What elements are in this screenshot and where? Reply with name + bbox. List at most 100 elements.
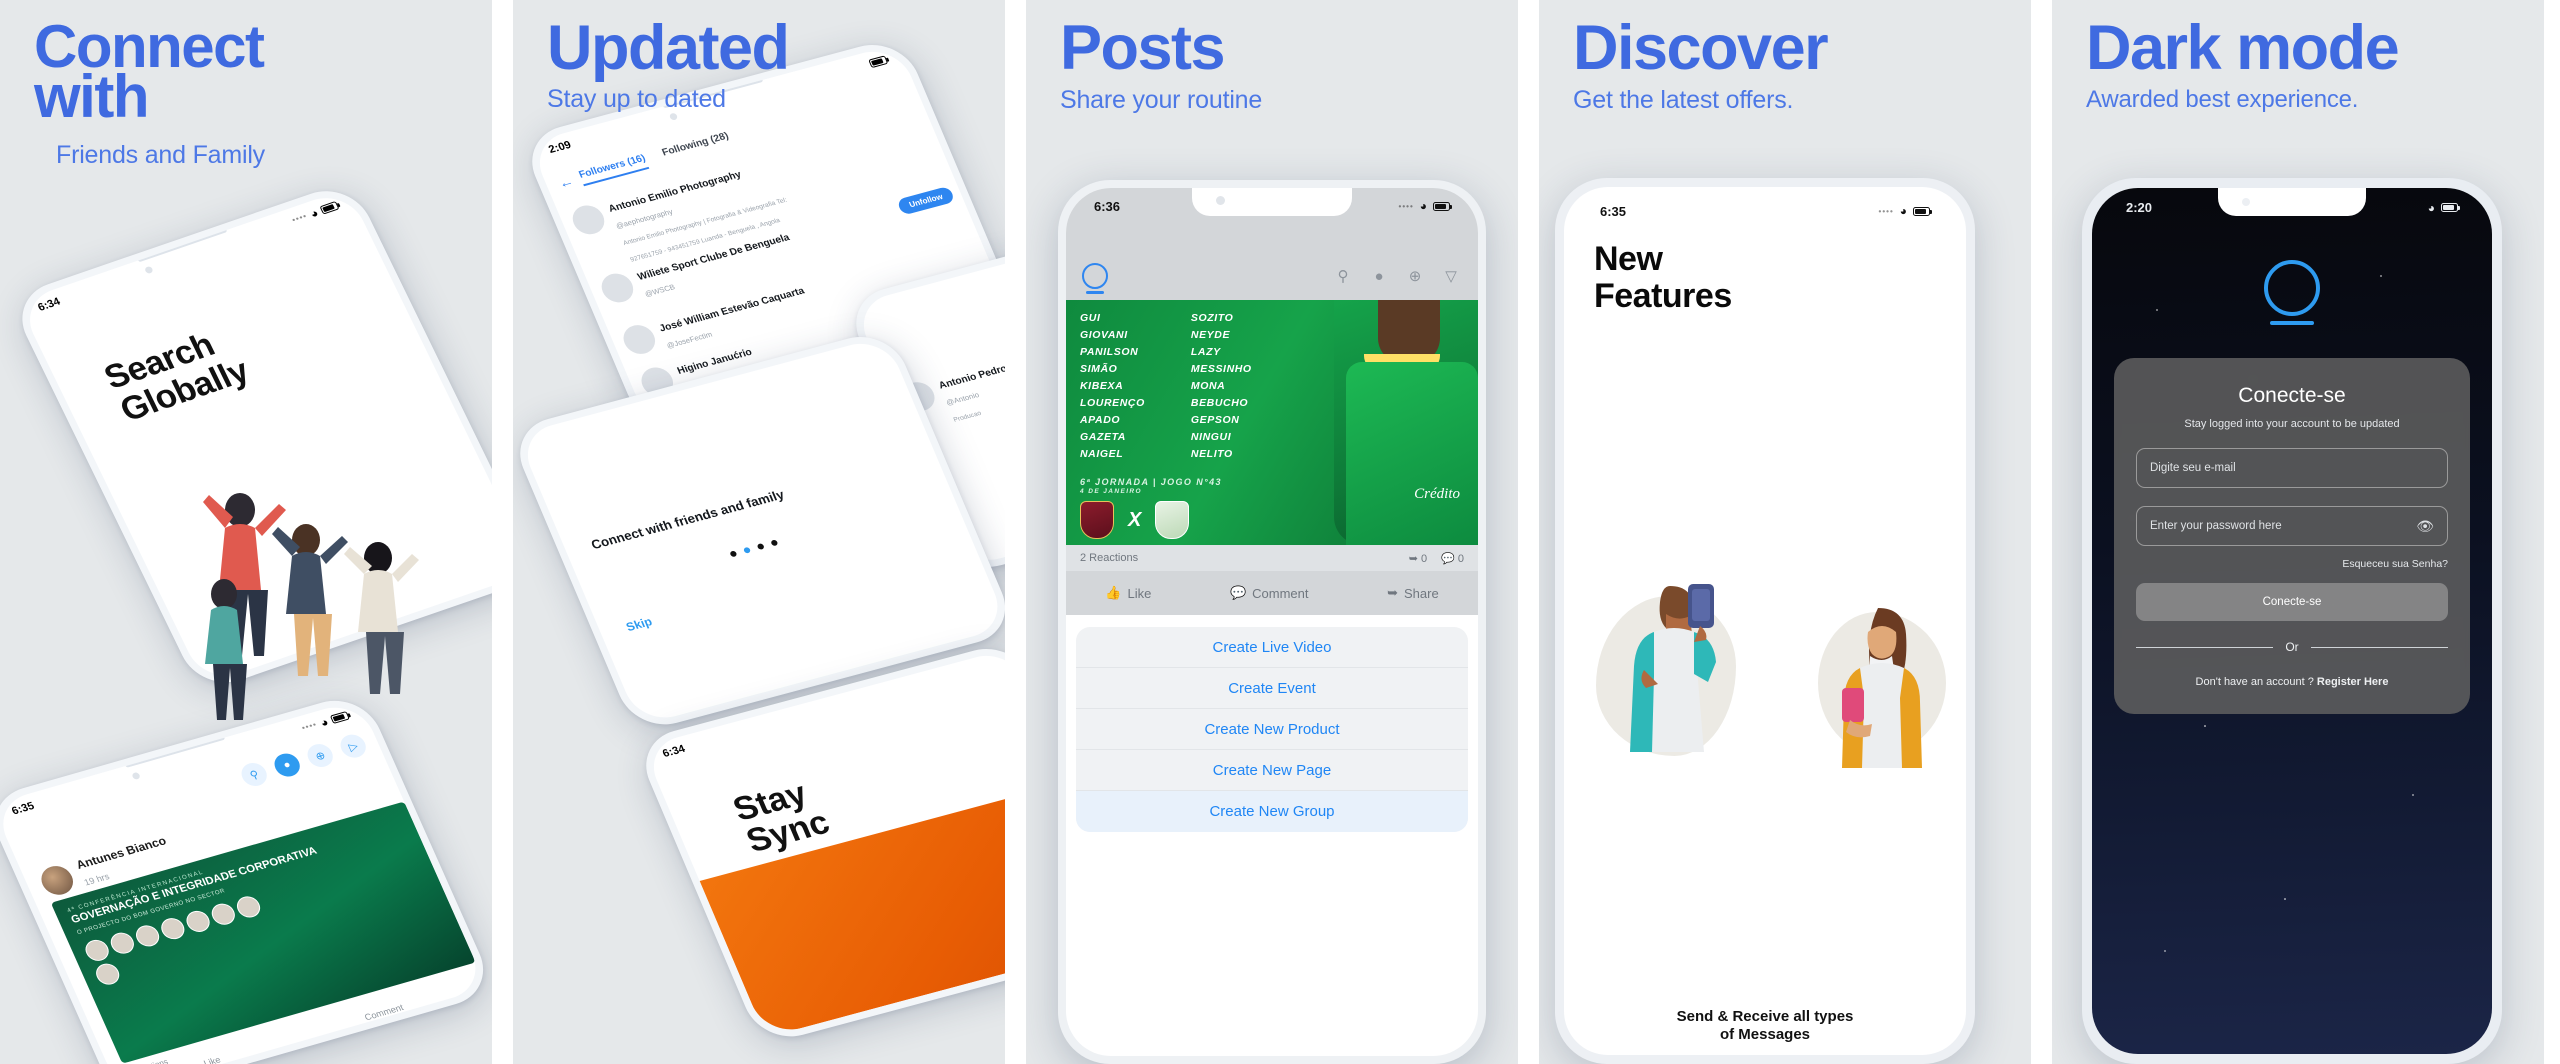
pagination-dots bbox=[729, 539, 779, 558]
register-link[interactable]: Register Here bbox=[2317, 676, 2389, 688]
player-name: NAIGEL bbox=[1080, 448, 1124, 460]
divider-line bbox=[2310, 646, 2448, 648]
player-name: KIBEXA bbox=[1080, 380, 1124, 392]
post-image: 4ª CONFERÊNCIA INTERNACIONAL GOVERNAÇÃO … bbox=[50, 801, 476, 1064]
like-label: Like bbox=[1127, 585, 1152, 601]
dot[interactable] bbox=[756, 543, 765, 551]
or-divider: Or bbox=[2136, 640, 2448, 654]
phone-headline: Stay Sync bbox=[727, 774, 836, 860]
share-count: 0 bbox=[1420, 552, 1428, 565]
skip-button[interactable]: Skip bbox=[624, 615, 654, 635]
panel-2-title: Updated bbox=[547, 13, 790, 83]
comment-button[interactable]: 💬 Comment bbox=[1230, 585, 1309, 601]
follower-handle: @JoseFectim bbox=[665, 329, 714, 351]
panel-3-title: Posts bbox=[1060, 13, 1226, 83]
headline-line2: Features bbox=[1594, 276, 1732, 315]
sheet-item-create-new-group[interactable]: Create New Group bbox=[1076, 791, 1468, 832]
crest-away-icon bbox=[1155, 501, 1190, 539]
wifi-icon: ◕ bbox=[1419, 199, 1427, 213]
eye-off-icon[interactable]: 👁 bbox=[2416, 518, 2434, 535]
player-name: NINGUI bbox=[1190, 431, 1232, 443]
match-jornada: 6ª JORNADA | JOGO N°43 4 DE JANEIRO bbox=[1080, 476, 1222, 495]
login-submit-button[interactable]: Conecte-se bbox=[2136, 583, 2448, 621]
status-bar: 6:34 •••• ◕ bbox=[18, 189, 359, 325]
chat-icon[interactable]: ● bbox=[270, 750, 304, 780]
panel-2-subtitle: Stay up to dated bbox=[547, 84, 726, 113]
panel-3-header: Posts Share your routine bbox=[1026, 0, 1518, 115]
crest-home-icon bbox=[1080, 501, 1114, 539]
sheet-item-create-live-video[interactable]: Create Live Video bbox=[1076, 627, 1468, 668]
tab-followers[interactable]: Followers (16) bbox=[577, 152, 650, 187]
register-prefix: Don't have an account ? bbox=[2195, 676, 2317, 688]
app-logo[interactable] bbox=[1082, 263, 1108, 294]
caption-line1: Send & Receive all types bbox=[1676, 1007, 1854, 1025]
player-name: SIMÃO bbox=[1080, 363, 1118, 375]
people-illustration bbox=[180, 470, 480, 730]
sheet-item-create-new-product[interactable]: Create New Product bbox=[1076, 709, 1468, 750]
onboarding-text: Connect with friends and family bbox=[588, 486, 787, 553]
follower-name: Antonio Emilio Photography bbox=[607, 169, 744, 215]
panel-4-title: Discover bbox=[1573, 13, 1829, 83]
panel-connect: Connect with Friends and Family 6:34 •••… bbox=[0, 0, 492, 1064]
email-placeholder: Digite seu e-mail bbox=[2150, 462, 2236, 474]
messaging-illustration bbox=[1570, 562, 1966, 802]
search-icon[interactable]: ⚲ bbox=[237, 760, 271, 789]
player-photo bbox=[1334, 300, 1478, 545]
add-circle-icon[interactable]: ⊕ bbox=[1404, 265, 1426, 287]
player-name: GUI bbox=[1080, 312, 1101, 324]
post-timestamp: 19 hrs bbox=[82, 871, 111, 888]
create-action-sheet: Create Live Video Create Event Create Ne… bbox=[1076, 627, 1468, 832]
sheet-item-create-event[interactable]: Create Event bbox=[1076, 668, 1468, 709]
share-button[interactable]: ➥ Share bbox=[1387, 585, 1439, 601]
dot[interactable] bbox=[729, 550, 738, 558]
chat-icon[interactable]: ● bbox=[1368, 265, 1390, 287]
dot[interactable] bbox=[770, 539, 779, 547]
panel-posts: Posts Share your routine 6:36 •••• ◕ ⚲ ●… bbox=[1026, 0, 1518, 1064]
forgot-password-link[interactable]: Esqueceu sua Senha? bbox=[2136, 558, 2448, 570]
send-icon[interactable]: ▷ bbox=[336, 731, 370, 761]
panel-2-header: Updated Stay up to dated bbox=[513, 0, 1005, 114]
signal-dots-icon: •••• bbox=[1398, 201, 1414, 211]
avatar bbox=[596, 270, 638, 306]
dot-active[interactable] bbox=[742, 546, 752, 554]
like-button[interactable]: Like bbox=[202, 1055, 222, 1064]
player-name: LAZY bbox=[1190, 346, 1221, 358]
avatar bbox=[568, 202, 609, 238]
avatar bbox=[36, 862, 78, 899]
panel-discover: Discover Get the latest offers. 6:35 •••… bbox=[1539, 0, 2031, 1064]
email-field[interactable]: Digite seu e-mail bbox=[2136, 448, 2448, 488]
phone-mockup-login-dark: 2:20 ◕ Conecte-se Stay logged into your … bbox=[2082, 178, 2502, 1064]
player-name: MESSINHO bbox=[1190, 363, 1252, 375]
status-time: 2:09 bbox=[546, 138, 573, 156]
follower-handle: @WSCB bbox=[643, 282, 677, 299]
player-name: MONA bbox=[1190, 380, 1226, 392]
post-image-match: GUI GIOVANI PANILSON SIMÃO KIBEXA LOUREN… bbox=[1066, 300, 1478, 545]
share-count-group: ➥ 0 bbox=[1408, 552, 1428, 565]
player-name: GIOVANI bbox=[1080, 329, 1128, 341]
player-name: GAZETA bbox=[1080, 431, 1126, 443]
sheet-item-create-new-page[interactable]: Create New Page bbox=[1076, 750, 1468, 791]
add-circle-icon[interactable]: ⊕ bbox=[303, 741, 337, 770]
status-bar: 2:20 ◕ bbox=[2092, 200, 2492, 215]
post-reaction-bar: 2 Reactions ➥ 0 💬 0 bbox=[1066, 545, 1478, 571]
wifi-icon: ◕ bbox=[1899, 204, 1907, 218]
team-crests: X bbox=[1080, 501, 1190, 539]
woman-with-phone-icon bbox=[1842, 608, 1922, 768]
filter-icon[interactable]: ▽ bbox=[1440, 265, 1462, 287]
panel-4-header: Discover Get the latest offers. bbox=[1539, 0, 2031, 115]
player-name: GEPSON bbox=[1190, 414, 1240, 426]
login-title: Conecte-se bbox=[2238, 384, 2346, 407]
tab-following[interactable]: Following (28) bbox=[661, 131, 733, 164]
battery-icon bbox=[1913, 206, 1932, 216]
search-icon[interactable]: ⚲ bbox=[1332, 265, 1354, 287]
phone-mockup-features: 6:35 •••• ◕ New Features Send & Receive … bbox=[1555, 178, 1975, 1064]
battery-icon bbox=[319, 200, 340, 215]
register-row: Don't have an account ? Register Here bbox=[2136, 676, 2448, 688]
panel-5-header: Dark mode Awarded best experience. bbox=[2052, 0, 2544, 114]
password-field[interactable]: Enter your password here 👁 bbox=[2136, 506, 2448, 546]
follower-name: Antonio Pedro bbox=[937, 363, 1005, 392]
caption-line2: of Messages bbox=[1719, 1026, 1811, 1044]
jornada-date: 4 DE JANEIRO bbox=[1080, 488, 1142, 495]
comment-label: Comment bbox=[1252, 585, 1309, 601]
like-button[interactable]: 👍 Like bbox=[1105, 585, 1151, 601]
